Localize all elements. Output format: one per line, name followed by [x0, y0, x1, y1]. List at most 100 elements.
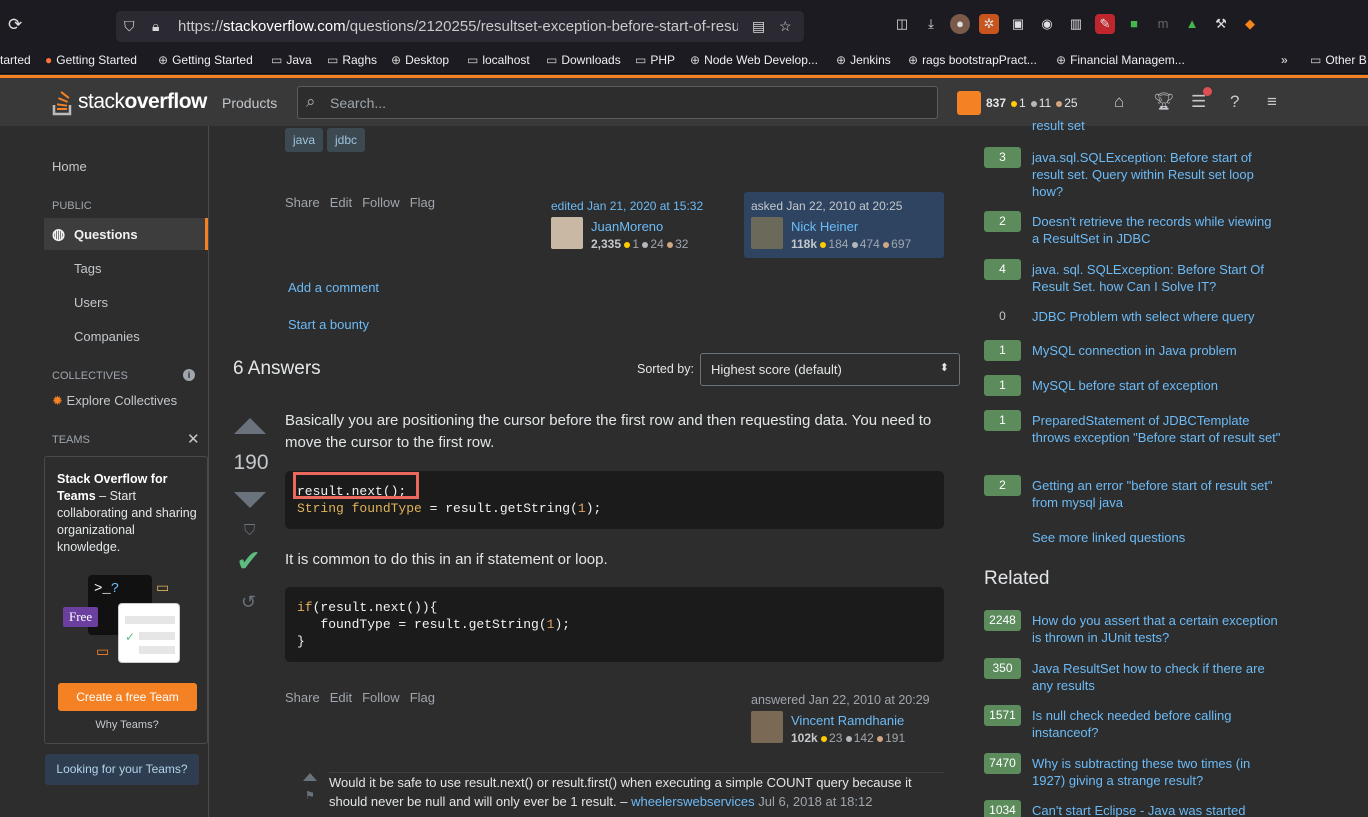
flag-link[interactable]: Flag — [410, 690, 435, 705]
linked-question-partial[interactable]: result set — [1032, 118, 1085, 133]
products-menu[interactable]: Products — [222, 95, 277, 111]
metamask-icon[interactable]: ◆ — [1240, 14, 1260, 34]
extension-icon[interactable]: ✎ — [1095, 14, 1115, 34]
question-link[interactable]: Doesn't retrieve the records while viewi… — [1032, 213, 1282, 247]
bookmark-folder[interactable]: ▭ PHP — [635, 53, 675, 67]
see-more-linked-link[interactable]: See more linked questions — [1032, 530, 1185, 545]
edit-link[interactable]: Edit — [330, 690, 352, 705]
question-link[interactable]: Is null check needed before calling inst… — [1032, 707, 1282, 741]
nav-questions[interactable]: ◍ Questions — [44, 218, 208, 250]
asker-name[interactable]: Nick Heiner — [791, 219, 858, 234]
looking-for-teams-button[interactable]: Looking for your Teams? — [45, 754, 199, 785]
bookmark-item[interactable]: ⊕ Getting Started — [158, 53, 253, 67]
share-link[interactable]: Share — [285, 690, 320, 705]
search-input[interactable] — [330, 93, 920, 113]
bookmark-folder[interactable]: ▭ Other B — [1310, 53, 1367, 67]
avatar[interactable] — [551, 217, 583, 249]
extension-icon[interactable]: ⚒ — [1211, 14, 1231, 34]
shield-icon[interactable]: ⛉ — [124, 18, 135, 35]
follow-link[interactable]: Follow — [362, 690, 400, 705]
comment-flag-icon[interactable]: ⚑ — [305, 789, 315, 802]
help-icon[interactable]: ? — [1230, 92, 1239, 112]
extension-icon[interactable]: ■ — [1124, 14, 1144, 34]
question-link[interactable]: MySQL connection in Java problem — [1032, 342, 1282, 359]
lock-icon[interactable]: 🔒︎ — [152, 18, 159, 35]
edit-link[interactable]: Edit — [330, 195, 352, 210]
nav-tags[interactable]: Tags — [74, 261, 101, 276]
star-icon[interactable]: ☆ — [779, 18, 792, 35]
answerer-name[interactable]: Vincent Ramdhanie — [791, 713, 904, 728]
bookmark-item[interactable]: ⊕ Jenkins — [836, 53, 891, 67]
create-team-button[interactable]: Create a free Team — [58, 683, 197, 711]
bookmark-item[interactable]: ⊕ Financial Managem... — [1056, 53, 1185, 67]
comment-user-link[interactable]: wheelerswebservices — [631, 794, 755, 809]
avatar[interactable] — [751, 217, 783, 249]
editor-name[interactable]: JuanMoreno — [591, 219, 663, 234]
profile-icon[interactable]: ● — [950, 14, 970, 34]
site-switcher-icon[interactable]: ≡ — [1267, 92, 1277, 112]
nav-companies[interactable]: Companies — [74, 329, 140, 344]
pocket-icon[interactable]: ◫ — [892, 14, 912, 34]
history-icon[interactable]: ↺ — [241, 592, 256, 613]
bookmark-folder[interactable]: ▭ localhost — [467, 53, 530, 67]
extension-icon[interactable]: ◉ — [1037, 14, 1057, 34]
user-reputation[interactable]: 837 1 11 25 — [957, 91, 1078, 115]
extension-icon[interactable]: ▲ — [1182, 14, 1202, 34]
chevron-more-icon[interactable]: » — [1281, 53, 1288, 67]
nav-home[interactable]: Home — [52, 159, 87, 174]
question-link[interactable]: PreparedStatement of JDBCTemplate throws… — [1032, 412, 1282, 446]
reload-icon[interactable]: ⟳ — [8, 16, 26, 34]
add-comment-link[interactable]: Add a comment — [288, 280, 379, 295]
comment-upvote-icon[interactable] — [303, 773, 317, 781]
address-bar[interactable]: ⛉ 🔒︎ https://stackoverflow.com/questions… — [116, 11, 804, 42]
edited-date[interactable]: edited Jan 21, 2020 at 15:32 — [551, 199, 731, 213]
tag-java[interactable]: java — [285, 128, 324, 152]
question-link[interactable]: Can't start Eclipse - Java was started — [1032, 802, 1282, 817]
bookmark-icon[interactable]: ⛉ — [244, 522, 255, 539]
bookmark-item[interactable]: ● Getting Started — [45, 53, 137, 67]
downvote-button[interactable] — [234, 492, 266, 508]
flag-link[interactable]: Flag — [410, 195, 435, 210]
avatar[interactable] — [751, 711, 783, 743]
question-link[interactable]: JDBC Problem wth select where query — [1032, 308, 1282, 325]
why-teams-link[interactable]: Why Teams? — [45, 719, 209, 731]
stackoverflow-logo[interactable]: stackoverflow — [52, 88, 207, 116]
review-queue-icon[interactable]: ☰ — [1191, 87, 1212, 112]
bookmark-item[interactable]: tarted — [0, 53, 31, 67]
bookmark-folder[interactable]: ▭ Raghs — [327, 53, 377, 67]
avatar[interactable] — [957, 91, 981, 115]
sort-select[interactable]: Highest score (default) ⬍ — [700, 353, 960, 386]
question-link[interactable]: Why is subtracting these two times (in 1… — [1032, 755, 1282, 789]
bookmark-folder[interactable]: ▭ Downloads — [546, 53, 621, 67]
question-link[interactable]: Getting an error "before start of result… — [1032, 477, 1282, 511]
bookmark-folder[interactable]: ▭ Java — [271, 53, 312, 67]
bookmark-item[interactable]: ⊕ Node Web Develop... — [690, 53, 818, 67]
bookmark-item[interactable]: ⊕ Desktop — [391, 53, 449, 67]
search-box[interactable]: ⌕ — [297, 86, 938, 119]
follow-link[interactable]: Follow — [362, 195, 400, 210]
trophy-icon[interactable]: 🏆︎ — [1153, 92, 1175, 112]
question-link[interactable]: How do you assert that a certain excepti… — [1032, 612, 1282, 646]
question-link[interactable]: java. sql. SQLException: Before Start Of… — [1032, 261, 1282, 295]
tag-jdbc[interactable]: jdbc — [327, 128, 366, 152]
info-icon[interactable]: i — [183, 369, 195, 381]
close-icon[interactable]: ✕ — [187, 430, 200, 448]
question-link[interactable]: java.sql.SQLException: Before start of r… — [1032, 149, 1282, 200]
upvote-button[interactable] — [234, 418, 266, 434]
bookmark-item[interactable]: ⊕ rags bootstrapPract... — [908, 53, 1037, 67]
download-icon[interactable]: ⤓ — [921, 14, 941, 34]
inbox-icon[interactable]: ⌂ — [1114, 92, 1124, 112]
url-text[interactable]: https://stackoverflow.com/questions/2120… — [178, 18, 738, 35]
question-link[interactable]: MySQL before start of exception — [1032, 377, 1282, 394]
question-link[interactable]: Java ResultSet how to check if there are… — [1032, 660, 1282, 694]
extension-icon[interactable]: ▣ — [1008, 14, 1028, 34]
start-bounty-link[interactable]: Start a bounty — [288, 317, 369, 332]
nav-users[interactable]: Users — [74, 295, 108, 310]
extension-icon[interactable]: ✲ — [979, 14, 999, 34]
share-link[interactable]: Share — [285, 195, 320, 210]
extension-icon[interactable]: m — [1153, 14, 1173, 34]
extension-icon[interactable]: ▥ — [1066, 14, 1086, 34]
globe-icon: ⊕ — [158, 53, 169, 67]
nav-explore-collectives[interactable]: ✹ Explore Collectives — [52, 393, 177, 409]
reader-view-icon[interactable]: ▤ — [752, 18, 765, 35]
